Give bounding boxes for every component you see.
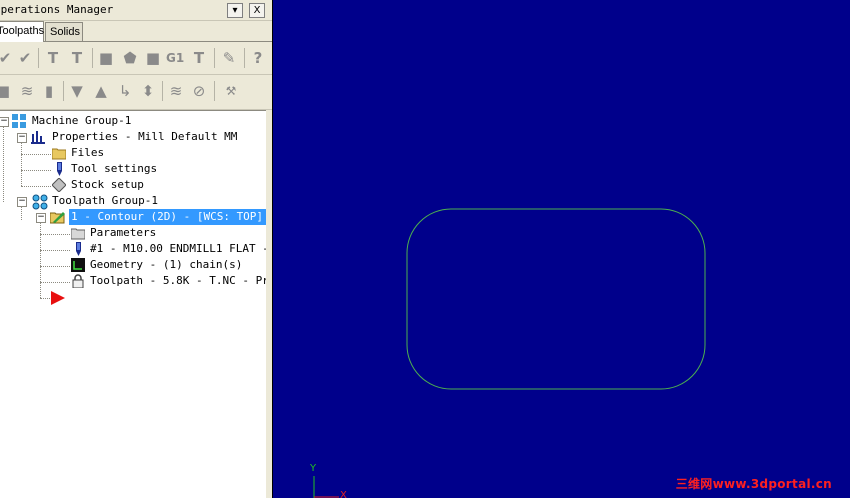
collapse-icon[interactable]: −	[0, 117, 9, 127]
geometry-icon	[71, 258, 85, 272]
viewport-canvas: Y X	[309, 208, 706, 498]
insert-arrow-icon[interactable]: ↳	[116, 82, 134, 100]
panel-title: Operations Manager	[0, 3, 114, 16]
operations-tree: − Machine Group-1 − Properties - Mill De…	[0, 110, 272, 498]
watermark: 三维网www.3dportal.cn	[675, 477, 832, 491]
tree-label: #1 - M10.00 ENDMILL1 FLAT - 1	[90, 242, 272, 255]
operations-manager-panel: Operations Manager ▾ X Toolpaths Solids …	[0, 0, 272, 498]
tree-label: Tool settings	[71, 162, 158, 175]
regenerate-dirty-icon[interactable]: T	[68, 49, 86, 67]
pin-button[interactable]: ▾	[227, 3, 243, 18]
endmill-icon	[71, 242, 85, 256]
tree-label: Properties - Mill Default MM	[52, 130, 238, 143]
tree-label: Parameters	[90, 226, 157, 239]
tree-label: Files	[71, 146, 105, 159]
toggle-display-icon[interactable]: ≋	[18, 82, 36, 100]
stock-setup-icon	[51, 177, 67, 193]
toolbar-row-2: ■ ≋ ▮ ▼ ▲ ↳ ⬍ ≋ ⊘ ⚒	[0, 75, 272, 110]
panel-tabs: Toolpaths Solids	[0, 21, 272, 42]
help-button[interactable]: ?	[249, 49, 267, 67]
machine-group-icon	[12, 114, 26, 128]
verify-icon[interactable]: ⬟	[121, 49, 139, 67]
panel-titlebar: Operations Manager ▾ X	[0, 0, 272, 21]
toolpath-group-icon	[32, 194, 48, 210]
tree-label: Geometry - (1) chain(s)	[90, 258, 243, 271]
regenerate-icon[interactable]: T	[44, 49, 62, 67]
tree-label: Stock setup	[71, 178, 144, 191]
collapse-icon[interactable]: −	[17, 133, 27, 143]
simulate-icon[interactable]: ■	[144, 49, 162, 67]
move-down-icon[interactable]: ▼	[68, 82, 86, 100]
tool-path-editor-icon[interactable]: ⚒	[222, 82, 240, 100]
tree-label: Machine Group-1	[32, 114, 132, 127]
tree-label: Toolpath Group-1	[52, 194, 158, 207]
tree-label: Toolpath - 5.8K - T.NC - Progr	[90, 274, 272, 287]
high-feed-icon[interactable]: T	[190, 49, 208, 67]
toggle-post-icon[interactable]: ▮	[40, 82, 58, 100]
properties-icon	[31, 130, 45, 144]
axis-x-label: X	[340, 490, 347, 498]
close-button[interactable]: X	[249, 3, 265, 18]
collapse-icon[interactable]: −	[36, 213, 46, 223]
tool-settings-icon	[52, 162, 66, 176]
contour-geometry[interactable]	[406, 208, 706, 390]
select-all-icon[interactable]: ✔	[0, 49, 14, 67]
graphics-viewport[interactable]: Y X 三维网www.3dportal.cn	[273, 0, 850, 498]
parameters-folder-icon	[70, 226, 86, 240]
collapse-icon[interactable]: −	[17, 197, 27, 207]
tab-toolpaths[interactable]: Toolpaths	[0, 21, 44, 42]
tab-solids[interactable]: Solids	[45, 22, 83, 41]
tree-label: 1 - Contour (2D) - [WCS: TOP] - [	[69, 209, 272, 225]
operation-folder-icon	[49, 210, 65, 224]
select-dirty-icon[interactable]: ✔	[16, 49, 34, 67]
folder-icon	[51, 146, 67, 160]
lock-icon[interactable]: ■	[0, 82, 12, 100]
post-selected-button[interactable]: G1	[166, 49, 184, 67]
axis-y-label: Y	[309, 463, 317, 474]
insert-arrow-icon[interactable]	[50, 290, 66, 305]
toolbar-row-1: ✔ ✔ T T ■ ⬟ ■ G1 T ✎ ?	[0, 42, 272, 75]
only-display-associated-icon[interactable]: ⊘	[190, 82, 208, 100]
move-up-icon[interactable]: ▲	[92, 82, 110, 100]
delete-icon[interactable]: ✎	[220, 49, 238, 67]
lock-icon	[71, 274, 85, 289]
only-display-selected-icon[interactable]: ≋	[167, 82, 185, 100]
scroll-arrows-icon[interactable]: ⬍	[139, 82, 157, 100]
backplot-icon[interactable]: ■	[97, 49, 115, 67]
